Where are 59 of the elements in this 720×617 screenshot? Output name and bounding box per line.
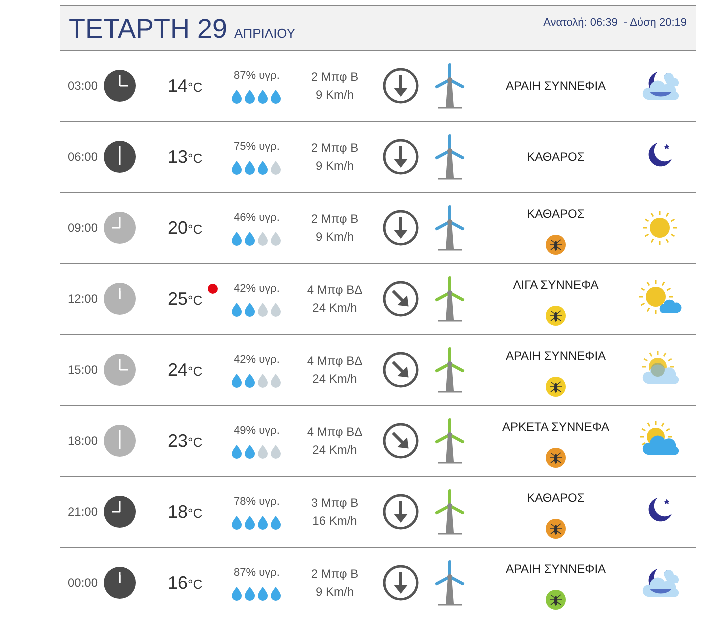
time-label: 09:00 <box>66 220 98 237</box>
temperature: 16°C <box>168 572 203 594</box>
wind-speed: 9 Km/h <box>316 158 354 175</box>
wind-force: 4 Μπφ ΒΔ <box>307 424 363 441</box>
condition-text: ΑΡΑΙΗ ΣΥΝΝΕΦΙΑ <box>506 78 606 95</box>
wind-force: 2 Μπφ Β <box>311 140 359 157</box>
humidity-drops-icon <box>231 442 283 459</box>
humidity-drops-icon <box>231 158 283 175</box>
humidity-text: 87% υγρ. <box>234 566 280 582</box>
humidity-text: 46% υγρ. <box>234 211 280 226</box>
temperature: 14°C <box>168 74 203 98</box>
wind-speed: 24 Km/h <box>312 371 358 388</box>
wind-speed: 9 Km/h <box>316 229 354 246</box>
month-label: ΑΠΡΙΛΙΟΥ <box>234 24 296 42</box>
temperature: 13°C <box>168 146 203 168</box>
wind-force: 2 Μπφ Β <box>311 566 359 583</box>
humidity-drops-icon <box>231 88 283 104</box>
day-title: ΤΕΤΑΡΤΗ 29 <box>69 14 228 44</box>
condition-text: ΑΡΑΙΗ ΣΥΝΝΕΦΙΑ <box>506 561 606 578</box>
condition-text: ΚΑΘΑΡΟΣ <box>527 490 585 507</box>
wind-speed: 24 Km/h <box>312 442 358 459</box>
time-label: 06:00 <box>66 149 98 166</box>
wind-speed: 9 Km/h <box>316 87 354 104</box>
wind-speed: 16 Km/h <box>312 513 358 530</box>
humidity-drops-icon <box>231 372 283 388</box>
time-label: 12:00 <box>66 291 98 308</box>
time-label: 15:00 <box>66 362 98 379</box>
time-label: 21:00 <box>66 504 98 521</box>
condition-text: ΑΡΑΙΗ ΣΥΝΝΕΦΙΑ <box>506 348 606 365</box>
temperature: 25°C <box>168 288 203 310</box>
temperature: 23°C <box>168 430 203 452</box>
wind-force: 4 Μπφ ΒΔ <box>307 282 363 299</box>
wind-speed: 9 Km/h <box>316 584 354 601</box>
wind-force: 4 Μπφ ΒΔ <box>307 353 363 370</box>
condition-text: ΚΑΘΑΡΟΣ <box>527 206 585 223</box>
condition-text: ΛΙΓΑ ΣΥΝΝΕΦΑ <box>513 277 599 294</box>
condition-text: ΑΡΚΕΤΑ ΣΥΝΝΕΦΑ <box>502 419 610 436</box>
wind-force: 3 Μπφ Β <box>311 495 359 512</box>
humidity-drops-icon <box>231 584 283 601</box>
humidity-drops-icon <box>231 514 283 530</box>
humidity-text: 42% υγρ. <box>234 353 280 368</box>
humidity-drops-icon <box>231 230 283 246</box>
humidity-text: 42% υγρ. <box>234 282 280 298</box>
temperature: 20°C <box>168 216 203 240</box>
humidity-text: 78% υγρ. <box>234 495 280 510</box>
time-label: 03:00 <box>66 78 98 95</box>
wind-force: 2 Μπφ Β <box>311 211 359 228</box>
humidity-text: 87% υγρ. <box>234 69 280 84</box>
temperature: 24°C <box>168 358 203 382</box>
temperature: 18°C <box>168 500 203 524</box>
humidity-text: 49% υγρ. <box>234 424 280 440</box>
wind-speed: 24 Km/h <box>312 300 358 317</box>
time-label: 18:00 <box>66 433 98 450</box>
sunrise-sunset-text: Ανατολή: 06:39 - Δύση 20:19 <box>544 16 687 31</box>
humidity-drops-icon <box>231 300 283 317</box>
humidity-text: 75% υγρ. <box>234 140 280 156</box>
wind-force: 2 Μπφ Β <box>311 69 359 86</box>
condition-text: ΚΑΘΑΡΟΣ <box>527 149 585 166</box>
time-label: 00:00 <box>66 575 98 592</box>
